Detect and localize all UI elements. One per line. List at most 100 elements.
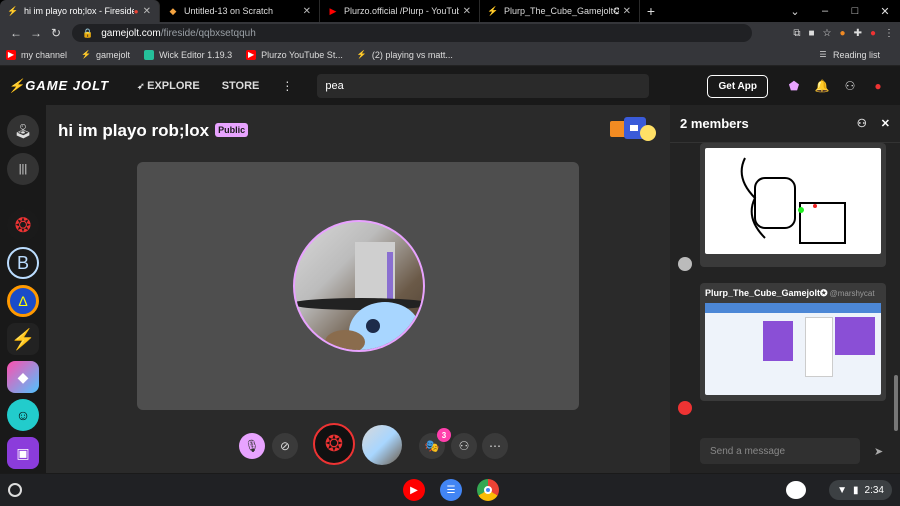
members-label: members bbox=[690, 116, 749, 131]
fireside-main: hi im playo rob;lox Public 🎙 ⊘ ❂ 🎭 3 ⚇ ⋯ bbox=[46, 105, 670, 473]
chrome-app-icon[interactable] bbox=[477, 479, 499, 501]
tab-title: Untitled-13 on Scratch bbox=[184, 6, 274, 16]
community-avatar-2[interactable]: B bbox=[7, 247, 39, 279]
tab-gamejolt-profile[interactable]: ⚡ Plurp_The_Cube_Gamejolt✪ (@ ✕ bbox=[480, 0, 640, 22]
maximize-icon[interactable]: □ bbox=[840, 0, 870, 22]
clock: 2:34 bbox=[864, 484, 884, 496]
close-tab-icon[interactable]: ✕ bbox=[303, 6, 311, 17]
bookmark-playing[interactable]: ⚡ (2) playing vs matt... bbox=[357, 50, 453, 60]
host-video-avatar[interactable] bbox=[293, 220, 425, 352]
close-window-icon[interactable]: ✕ bbox=[870, 0, 900, 22]
docs-app-icon[interactable]: ☰ bbox=[440, 479, 462, 501]
menu-icon[interactable]: ⋮ bbox=[884, 28, 894, 39]
gamejolt-navbar: ⚡GAME JOLT ➶ EXPLORE STORE ⋮ pea Get App… bbox=[0, 67, 900, 105]
reload-icon[interactable]: ↻ bbox=[46, 26, 66, 40]
get-app-button[interactable]: Get App bbox=[707, 74, 768, 98]
back-icon[interactable]: ← bbox=[6, 26, 26, 40]
post-username-text: Plurp_The_Cube_Gamejolt✪ bbox=[705, 288, 828, 298]
user-avatar[interactable]: ● bbox=[864, 79, 892, 93]
chat-user-avatar[interactable] bbox=[678, 257, 692, 271]
bookmark-label: Plurzo YouTube St... bbox=[261, 49, 343, 60]
more-options-button[interactable]: ⋯ bbox=[482, 433, 508, 459]
extension-icon[interactable]: ✚ bbox=[854, 28, 862, 39]
address-bar-row: ← → ↻ 🔒 gamejolt.com/fireside/qqbxsetqqu… bbox=[0, 22, 900, 44]
close-tab-icon[interactable]: ✕ bbox=[623, 6, 631, 17]
forward-icon[interactable]: → bbox=[26, 26, 46, 40]
cast-icon[interactable]: ⧉ bbox=[793, 28, 800, 39]
reading-list[interactable]: ☰ Reading list bbox=[818, 50, 880, 60]
members-header: 2 members ⚇ ✕ bbox=[670, 105, 900, 143]
member-avatar[interactable] bbox=[362, 425, 402, 465]
chrome-center-icon bbox=[484, 486, 492, 494]
window-controls: ⌄ – □ ✕ bbox=[780, 0, 900, 22]
members-tree-icon[interactable]: ⚇ bbox=[857, 117, 867, 130]
post-handle: @marshycat bbox=[829, 289, 875, 298]
community-avatar-6[interactable]: ☺ bbox=[7, 399, 39, 431]
send-icon[interactable]: ➤ bbox=[874, 445, 883, 458]
youtube-icon: ▶ bbox=[246, 49, 257, 60]
bookmark-my-channel[interactable]: ▶ my channel bbox=[6, 49, 67, 60]
gamejolt-icon: ⚡ bbox=[81, 50, 92, 59]
host-avatar[interactable]: ❂ bbox=[313, 423, 355, 465]
new-tab-button[interactable]: + bbox=[640, 0, 662, 22]
camera-icon[interactable]: ■ bbox=[809, 28, 815, 39]
joystick-icon[interactable]: 🕹 bbox=[7, 115, 39, 147]
bell-icon[interactable]: 🔔 bbox=[808, 79, 836, 93]
fireside-title: hi im playo rob;lox Public bbox=[58, 121, 249, 141]
community-avatar-4[interactable]: ⚡ bbox=[7, 323, 39, 355]
tab-title: hi im playo rob;lox - Fireside bbox=[24, 6, 134, 16]
gamejolt-logo[interactable]: ⚡GAME JOLT bbox=[8, 78, 109, 94]
profile-avatar[interactable]: ● bbox=[870, 28, 876, 39]
star-icon[interactable]: ☆ bbox=[823, 28, 832, 39]
message-input[interactable]: Send a message bbox=[700, 438, 860, 464]
gamejolt-icon: ⚡ bbox=[7, 5, 19, 16]
chat-post-card: Plurp_The_Cube_Gamejolt✪ @marshycat bbox=[700, 283, 886, 401]
battery-icon: ▮ bbox=[853, 484, 859, 496]
more-menu-icon[interactable]: ⋮ bbox=[281, 79, 293, 93]
tab-youtube[interactable]: ▶ Plurzo.official /Plurp - YouTube ✕ bbox=[320, 0, 480, 22]
url-field[interactable]: 🔒 gamejolt.com/fireside/qqbxsetqquh bbox=[72, 24, 752, 42]
community-avatar-1[interactable]: ❂ bbox=[7, 209, 39, 241]
bookmark-plurzo[interactable]: ▶ Plurzo YouTube St... bbox=[246, 49, 343, 60]
friends-icon[interactable]: ⚇ bbox=[836, 79, 864, 93]
chevron-down-icon[interactable]: ⌄ bbox=[780, 0, 810, 22]
quests-icon[interactable]: ⬟ bbox=[780, 79, 808, 93]
tab-title: Plurp_The_Cube_Gamejolt✪ (@ bbox=[504, 5, 619, 16]
community-avatar-3[interactable]: Δ bbox=[7, 285, 39, 317]
system-tray[interactable]: ▼ ▮ 2:34 bbox=[829, 480, 892, 500]
community-avatar-5[interactable]: ◆ bbox=[7, 361, 39, 393]
library-icon[interactable]: ||| bbox=[7, 153, 39, 185]
extension-icons: ⧉ ■ ☆ ● ✚ ● ⋮ bbox=[793, 28, 894, 39]
tab-scratch[interactable]: ◆ Untitled-13 on Scratch ✕ bbox=[160, 0, 320, 22]
chat-user-avatar[interactable] bbox=[678, 401, 692, 415]
lock-icon: 🔒 bbox=[82, 27, 94, 38]
explore-link[interactable]: ➶ EXPLORE bbox=[137, 80, 200, 92]
members-button[interactable]: ⚇ bbox=[451, 433, 477, 459]
gamejolt-icon: ⚡ bbox=[356, 50, 367, 59]
youtube-icon: ▶ bbox=[329, 5, 337, 16]
search-input[interactable]: pea bbox=[317, 74, 650, 98]
close-tab-icon[interactable]: ✕ bbox=[463, 6, 471, 17]
close-panel-icon[interactable]: ✕ bbox=[881, 117, 890, 130]
os-taskbar: ▶ ☰ ▼ ▮ 2:34 bbox=[0, 474, 900, 506]
community-avatar-7[interactable]: ▣ bbox=[7, 437, 39, 469]
tab-fireside[interactable]: ⚡ hi im playo rob;lox - Fireside ● ✕ bbox=[0, 0, 160, 22]
chat-image-card bbox=[700, 143, 886, 267]
launcher-icon[interactable] bbox=[8, 483, 22, 497]
recording-icon: ● bbox=[133, 6, 139, 16]
tab-title: Plurzo.official /Plurp - YouTube bbox=[344, 6, 459, 16]
post-username[interactable]: Plurp_The_Cube_Gamejolt✪ @marshycat bbox=[705, 288, 881, 299]
close-tab-icon[interactable]: ✕ bbox=[143, 6, 151, 17]
store-link[interactable]: STORE bbox=[222, 80, 260, 92]
minimize-icon[interactable]: – bbox=[810, 0, 840, 22]
bookmark-wick-editor[interactable]: Wick Editor 1.19.3 bbox=[144, 49, 232, 60]
youtube-app-icon[interactable]: ▶ bbox=[403, 479, 425, 501]
screen-capture-icon[interactable] bbox=[786, 481, 806, 499]
chat-scrollbar[interactable] bbox=[894, 375, 898, 431]
bookmark-gamejolt[interactable]: ⚡ gamejolt bbox=[81, 50, 130, 60]
microphone-button[interactable]: 🎙 bbox=[239, 433, 265, 459]
extension-b-icon[interactable]: ● bbox=[840, 28, 846, 39]
members-panel: 2 members ⚇ ✕ Plurp_The_Cube_Gamejolt✪ @m… bbox=[670, 105, 900, 473]
reading-list-label: Reading list bbox=[832, 49, 880, 60]
video-off-button[interactable]: ⊘ bbox=[272, 433, 298, 459]
